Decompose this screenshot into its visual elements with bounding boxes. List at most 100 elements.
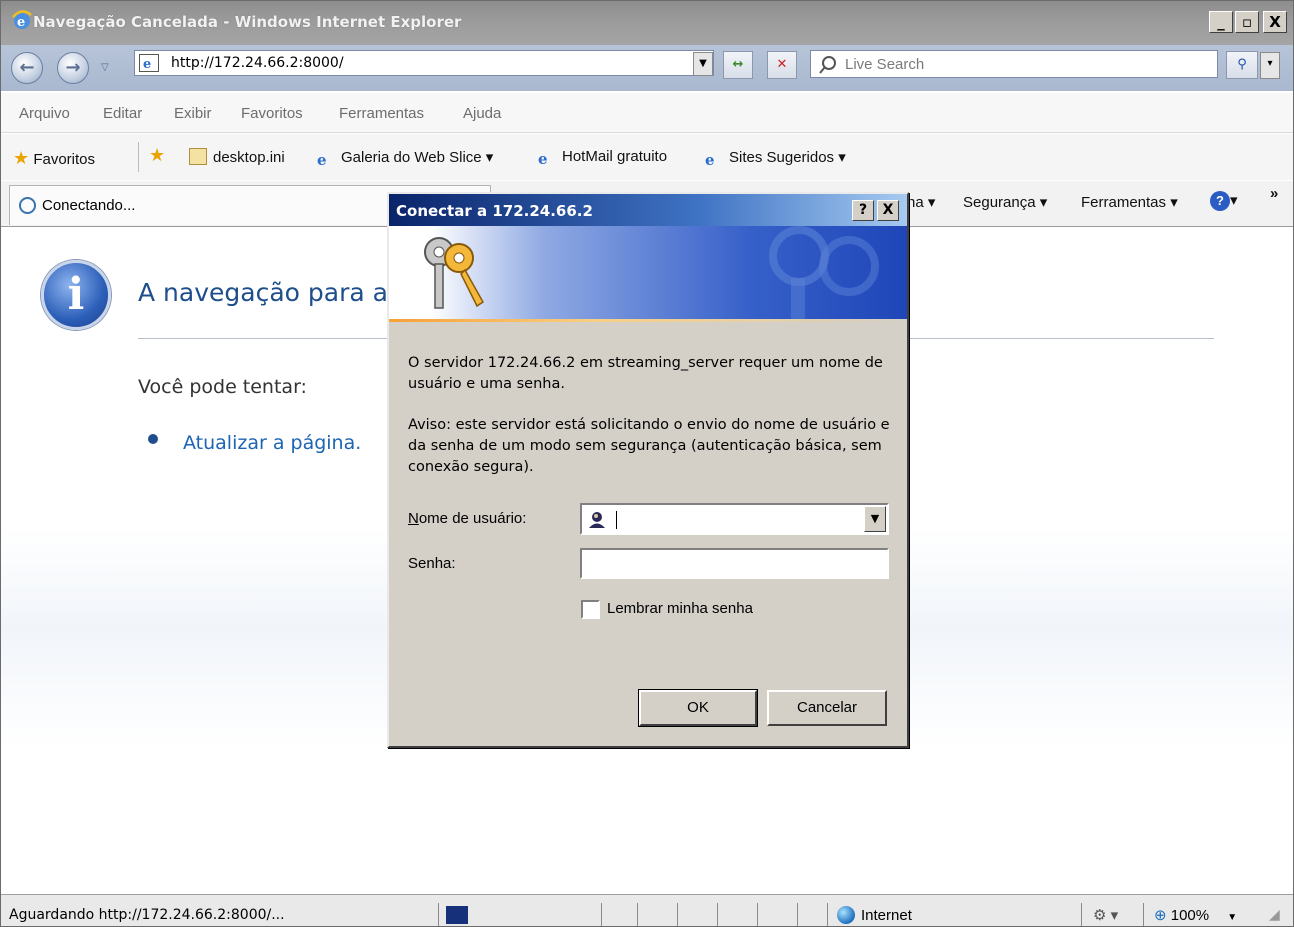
- status-divider: [677, 903, 678, 926]
- security-menu[interactable]: Segurança ▾: [963, 193, 1047, 211]
- loading-spinner-icon: [19, 197, 36, 214]
- overflow-chevron-icon[interactable]: »: [1270, 185, 1278, 202]
- menu-favoritos[interactable]: Favoritos: [241, 105, 303, 122]
- zoom-icon: ⊕: [1154, 907, 1167, 924]
- ok-button[interactable]: OK: [638, 689, 758, 727]
- add-favorite-icon[interactable]: ★: [149, 145, 165, 166]
- dialog-title: Conectar a 172.24.66.2: [396, 202, 593, 220]
- status-divider: [1143, 903, 1144, 926]
- remember-password-checkbox[interactable]: [581, 600, 600, 619]
- history-dropdown-icon[interactable]: ▽: [101, 62, 109, 73]
- security-zone[interactable]: Internet: [837, 906, 912, 924]
- status-divider: [1081, 903, 1082, 926]
- menu-arquivo[interactable]: Arquivo: [19, 105, 70, 122]
- status-divider: [797, 903, 798, 926]
- remember-password-label[interactable]: Lembrar minha senha: [607, 600, 753, 617]
- password-label-text: Senha:: [408, 555, 456, 572]
- dialog-title-bar: Conectar a 172.24.66.2 ? X: [389, 194, 907, 226]
- zoom-label: 100%: [1170, 907, 1210, 924]
- minimize-button[interactable]: _: [1209, 11, 1233, 33]
- file-icon: [189, 148, 207, 165]
- search-options-button[interactable]: ▾: [1260, 52, 1280, 79]
- dialog-help-button[interactable]: ?: [852, 200, 874, 221]
- favorites-button[interactable]: ★ Favoritos: [13, 148, 95, 169]
- menu-ferramentas[interactable]: Ferramentas: [339, 105, 424, 122]
- zone-label: Internet: [861, 907, 912, 924]
- password-field[interactable]: [580, 548, 889, 579]
- user-icon: [589, 512, 605, 528]
- fav-hotmail[interactable]: e HotMail gratuito: [538, 148, 668, 168]
- try-text: Você pode tentar:: [138, 376, 307, 398]
- svg-text:e: e: [17, 15, 25, 30]
- status-divider: [827, 903, 828, 926]
- fav-desktop-ini-label: desktop.ini: [213, 149, 285, 166]
- status-divider: [601, 903, 602, 926]
- search-button[interactable]: ⚲: [1226, 51, 1258, 79]
- globe-icon: [837, 906, 855, 924]
- cancel-button[interactable]: Cancelar: [767, 690, 887, 726]
- menu-bar: Arquivo Editar Exibir Favoritos Ferramen…: [1, 93, 1293, 133]
- fav-web-slice-label: Galeria do Web Slice ▾: [341, 149, 494, 166]
- favbar-divider: [138, 142, 139, 172]
- username-label: Nome de usuário:: [408, 510, 527, 527]
- help-menu-caret: ▾: [1230, 192, 1238, 209]
- keys-icon: [424, 237, 484, 309]
- dialog-banner: [389, 226, 907, 322]
- help-menu[interactable]: ? ▾: [1210, 191, 1238, 211]
- page-ie-icon: e: [139, 54, 159, 72]
- title-bar: e Navegação Cancelada - Windows Internet…: [1, 1, 1293, 45]
- status-divider: [438, 903, 439, 926]
- progress-indicator: [446, 906, 468, 924]
- status-divider: [757, 903, 758, 926]
- fav-hotmail-label: HotMail gratuito: [562, 148, 668, 165]
- fav-web-slice-gallery[interactable]: e Galeria do Web Slice ▾: [317, 148, 494, 169]
- fav-suggested-sites[interactable]: e Sites Sugeridos ▾: [705, 148, 846, 169]
- close-button[interactable]: X: [1263, 11, 1287, 33]
- ie-icon: e: [317, 151, 327, 169]
- zoom-control[interactable]: ⊕ 100% ▼: [1154, 906, 1237, 924]
- status-text: Aguardando http://172.24.66.2:8000/...: [9, 907, 285, 923]
- username-label-text: ome de usuário:: [418, 510, 527, 527]
- star-icon: ★: [13, 148, 30, 168]
- dialog-warning: Aviso: este servidor está solicitando o …: [408, 417, 890, 475]
- address-dropdown-button[interactable]: ▼: [693, 52, 713, 76]
- search-input[interactable]: Live Search: [810, 50, 1218, 78]
- refresh-button[interactable]: ↔: [723, 51, 753, 79]
- search-placeholder: Live Search: [845, 56, 925, 73]
- resize-grip-icon[interactable]: ◢: [1269, 907, 1280, 923]
- ie-window: e Navegação Cancelada - Windows Internet…: [0, 0, 1294, 927]
- address-input[interactable]: e http://172.24.66.2:8000/: [134, 50, 714, 76]
- tab-label: Conectando...: [42, 197, 136, 214]
- fav-suggested-label: Sites Sugeridos ▾: [729, 149, 846, 166]
- text-caret: [616, 511, 617, 529]
- protected-mode-icon[interactable]: ⚙ ▾: [1093, 906, 1118, 924]
- maximize-button[interactable]: ▫: [1235, 11, 1259, 33]
- stop-button[interactable]: ✕: [767, 51, 797, 79]
- svg-text:e: e: [143, 57, 151, 72]
- status-divider: [637, 903, 638, 926]
- status-divider: [717, 903, 718, 926]
- menu-editar[interactable]: Editar: [103, 105, 142, 122]
- address-url: http://172.24.66.2:8000/: [171, 55, 344, 71]
- page-menu[interactable]: na ▾: [907, 193, 935, 211]
- favorites-bar: ★ Favoritos ★ desktop.ini e Galeria do We…: [1, 134, 1293, 180]
- menu-exibir[interactable]: Exibir: [174, 105, 212, 122]
- banner-keys-watermark-icon: [769, 226, 879, 322]
- forward-button[interactable]: →: [57, 52, 89, 84]
- favorites-label: Favoritos: [33, 151, 95, 168]
- dialog-message: O servidor 172.24.66.2 em streaming_serv…: [408, 355, 883, 392]
- page-heading: A navegação para a: [138, 278, 388, 307]
- status-bar: Aguardando http://172.24.66.2:8000/... I…: [1, 894, 1293, 926]
- ie-icon: e: [538, 150, 548, 168]
- zoom-dropdown-icon: ▼: [1227, 912, 1238, 923]
- dialog-close-button[interactable]: X: [877, 200, 899, 221]
- tools-menu[interactable]: Ferramentas ▾: [1081, 193, 1178, 211]
- refresh-page-link[interactable]: Atualizar a página.: [183, 432, 361, 454]
- back-button[interactable]: ←: [11, 52, 43, 84]
- info-icon: i: [41, 260, 111, 330]
- username-combo[interactable]: ▼: [580, 503, 889, 535]
- username-dropdown-button[interactable]: ▼: [864, 506, 886, 532]
- fav-desktop-ini[interactable]: desktop.ini: [189, 148, 285, 166]
- help-icon: ?: [1210, 191, 1230, 211]
- menu-ajuda[interactable]: Ajuda: [463, 105, 501, 122]
